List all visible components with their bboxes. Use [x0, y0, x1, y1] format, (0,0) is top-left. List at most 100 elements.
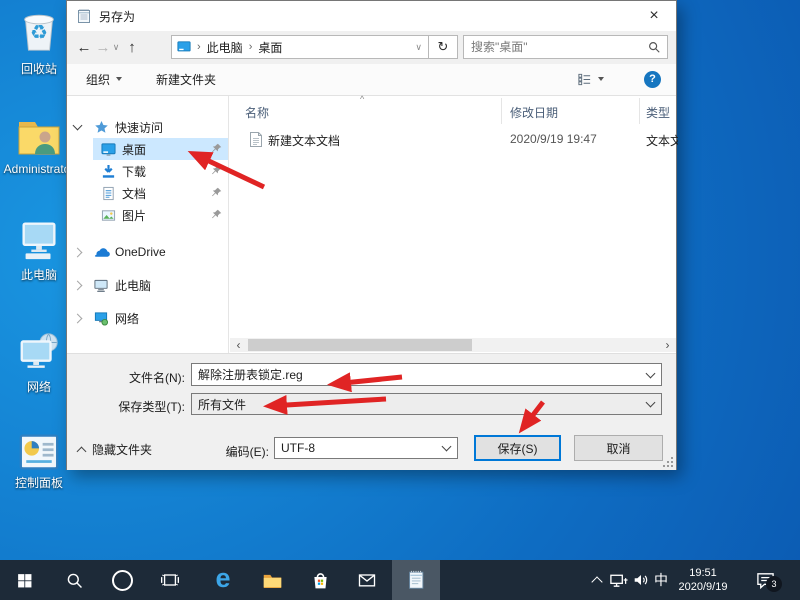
tree-group-network[interactable]: 网络	[67, 307, 228, 329]
encoding-label: 编码(E):	[179, 443, 269, 460]
crumb-separator: ›	[249, 41, 253, 53]
tree-item-downloads[interactable]: 下载	[67, 160, 228, 182]
desktop-icon-label: 回收站	[21, 60, 57, 77]
network-status-icon	[609, 571, 628, 590]
tree-item-documents[interactable]: 文档	[67, 182, 228, 204]
speaker-icon	[632, 571, 650, 589]
downloads-icon	[99, 164, 117, 179]
scroll-left-button[interactable]: ‹	[230, 338, 247, 352]
cancel-button[interactable]: 取消	[574, 435, 663, 461]
volume-tray-button[interactable]	[630, 560, 652, 600]
taskbar-clock[interactable]: 19:51 2020/9/19	[664, 566, 742, 594]
taskbar-search-button[interactable]	[51, 560, 97, 600]
file-date-cell: 2020/9/19 19:47	[510, 132, 597, 146]
pin-icon	[211, 143, 222, 157]
new-folder-button[interactable]: 新建文件夹	[156, 64, 216, 94]
documents-icon	[99, 186, 117, 201]
cortana-circle-icon	[112, 570, 133, 591]
tree-group-quick-access[interactable]: 快速访问	[67, 116, 228, 138]
file-name-combo[interactable]	[191, 363, 662, 386]
this-pc-icon	[16, 216, 62, 264]
up-button[interactable]: ↑	[123, 31, 141, 64]
tree-item-desktop[interactable]: 桌面	[67, 138, 228, 160]
column-header-type[interactable]: 类型	[646, 104, 670, 121]
desktop-icon-label: Administrator	[4, 162, 75, 176]
chevron-right-icon[interactable]	[71, 315, 83, 322]
notepad-taskbar-button[interactable]	[392, 560, 440, 600]
breadcrumb-this-pc[interactable]: 此电脑	[207, 39, 243, 56]
search-input[interactable]	[464, 36, 667, 58]
command-toolbar: 组织 新建文件夹 ?	[67, 64, 676, 96]
forward-button[interactable]: →	[95, 31, 111, 64]
edge-button[interactable]: e	[200, 560, 246, 600]
user-folder-icon	[15, 112, 63, 160]
save-as-dialog: 另存为 × ← → ∨ ↑ › 此电脑 › 桌面 ∨ ↻	[66, 0, 677, 470]
hide-folders-button[interactable]: 隐藏文件夹	[78, 441, 152, 458]
save-type-select[interactable]: 所有文件	[191, 393, 662, 415]
store-bag-icon	[310, 570, 331, 591]
file-row[interactable]: 新建文本文档 2020/9/19 19:47 文本文档	[229, 128, 676, 152]
column-divider[interactable]	[639, 98, 640, 124]
notepad-icon	[405, 569, 427, 591]
dropdown-icon	[116, 77, 122, 81]
resize-grip-icon[interactable]	[663, 457, 674, 468]
column-header-name[interactable]: 名称	[245, 104, 269, 121]
onedrive-cloud-icon	[92, 247, 110, 258]
address-dropdown-icon[interactable]: ∨	[415, 42, 422, 53]
column-header-date[interactable]: 修改日期	[510, 104, 558, 121]
refresh-button[interactable]: ↻	[428, 35, 458, 59]
notification-badge[interactable]: 3	[766, 576, 782, 592]
scrollbar-track[interactable]	[247, 338, 659, 352]
tree-item-pictures[interactable]: 图片	[67, 204, 228, 226]
folder-icon	[262, 570, 283, 591]
chevron-up-icon	[77, 446, 87, 456]
close-button[interactable]: ×	[636, 1, 672, 30]
tree-group-onedrive[interactable]: OneDrive	[67, 241, 228, 263]
task-view-icon	[160, 570, 180, 590]
file-type-cell: 文本文档	[646, 132, 678, 149]
show-hidden-icons-button[interactable]	[588, 560, 606, 600]
pin-icon	[211, 209, 222, 223]
breadcrumb-desktop[interactable]: 桌面	[258, 39, 282, 56]
this-pc-mini-icon	[92, 278, 110, 293]
pictures-icon	[99, 208, 117, 223]
chevron-down-icon[interactable]	[71, 125, 83, 129]
file-explorer-button[interactable]	[249, 560, 295, 600]
chevron-down-icon[interactable]	[646, 368, 656, 378]
horizontal-scrollbar[interactable]: ‹ ›	[230, 338, 676, 352]
cortana-button[interactable]	[99, 560, 145, 600]
view-mode-button[interactable]	[577, 64, 604, 94]
file-list: ^ 名称 修改日期 类型 新建文本文档 2020/9/19 19:47 文本文档…	[229, 96, 676, 353]
start-button[interactable]	[1, 560, 47, 600]
encoding-select[interactable]: UTF-8	[274, 437, 458, 459]
control-panel-icon	[17, 432, 61, 472]
pin-icon	[211, 187, 222, 201]
search-box[interactable]	[463, 35, 668, 59]
network-mini-icon	[92, 311, 110, 326]
help-icon: ?	[644, 71, 661, 88]
back-button[interactable]: ←	[75, 31, 93, 64]
desktop-location-icon	[177, 40, 191, 54]
mail-button[interactable]	[344, 560, 390, 600]
chevron-down-icon[interactable]	[442, 442, 452, 452]
tree-group-this-pc[interactable]: 此电脑	[67, 274, 228, 296]
help-button[interactable]: ?	[644, 64, 661, 94]
scrollbar-thumb[interactable]	[248, 339, 472, 351]
chevron-right-icon[interactable]	[71, 282, 83, 289]
save-button[interactable]: 保存(S)	[474, 435, 561, 461]
chevron-right-icon[interactable]	[71, 249, 83, 256]
clock-time: 19:51	[664, 566, 742, 580]
store-button[interactable]	[297, 560, 343, 600]
dialog-titlebar: 另存为 ×	[67, 1, 676, 31]
chevron-down-icon[interactable]	[646, 398, 656, 408]
address-bar[interactable]: › 此电脑 › 桌面 ∨	[171, 35, 429, 59]
task-view-button[interactable]	[147, 560, 193, 600]
network-tray-button[interactable]	[606, 560, 630, 600]
organize-menu[interactable]: 组织	[86, 64, 122, 94]
mail-icon	[357, 570, 377, 590]
file-name-input[interactable]	[198, 368, 639, 382]
recent-locations-dropdown[interactable]: ∨	[111, 31, 121, 64]
edge-icon: e	[215, 565, 230, 592]
scroll-right-button[interactable]: ›	[659, 338, 676, 352]
column-divider[interactable]	[501, 98, 502, 124]
